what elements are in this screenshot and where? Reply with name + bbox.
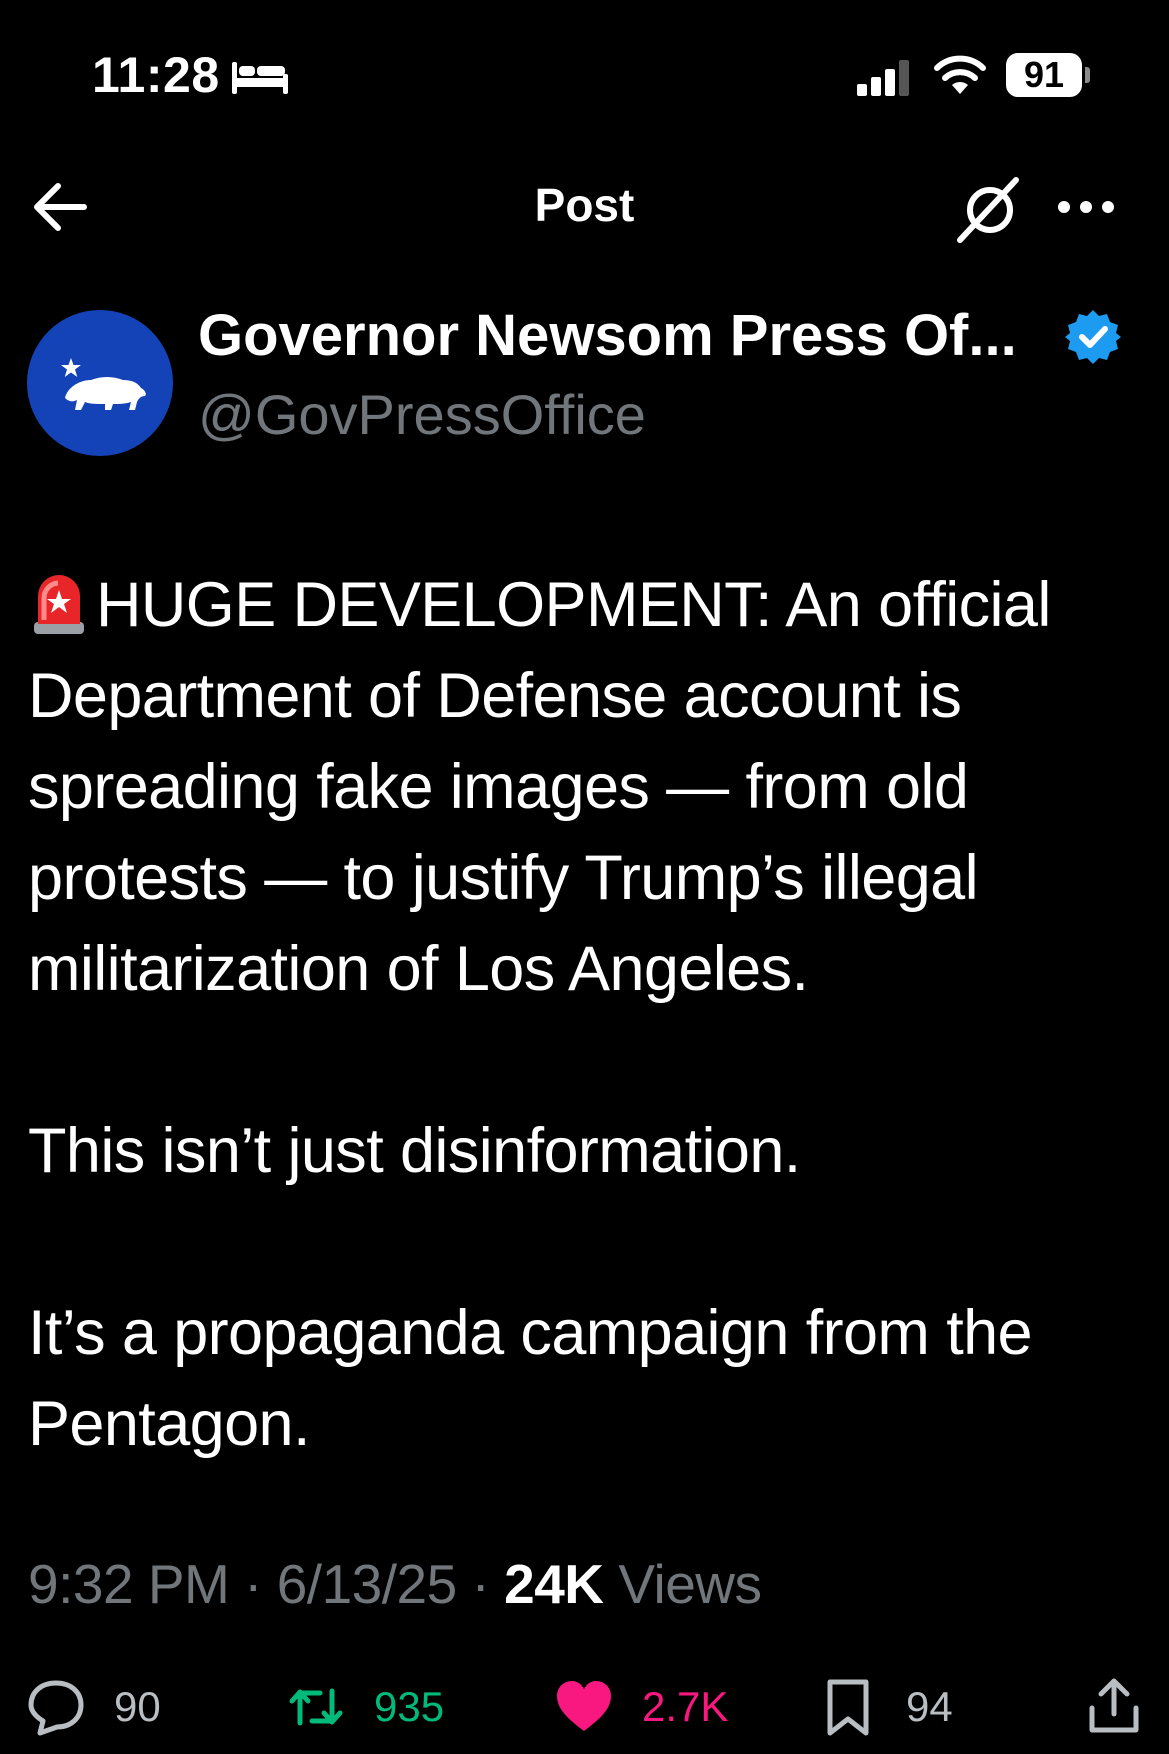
bookmark-icon: [827, 1679, 869, 1736]
heart-icon: [557, 1681, 611, 1731]
repost-count: 935: [374, 1683, 445, 1730]
verified-badge-icon: [1065, 310, 1121, 364]
separator: ·: [244, 1553, 262, 1615]
post-paragraph-3: It’s a propaganda campaign from the Pent…: [28, 1298, 1033, 1459]
post-paragraph-1: HUGE DEVELOPMENT: An official Department…: [28, 570, 1051, 1004]
share-icon[interactable]: [1084, 1676, 1144, 1736]
repost-button[interactable]: 935: [286, 1672, 444, 1742]
status-time: 11:28: [92, 47, 220, 103]
bed-icon: [232, 62, 288, 94]
bookmark-count: 94: [906, 1683, 953, 1730]
post-text: HUGE DEVELOPMENT: An official Department…: [28, 560, 1158, 1470]
reply-icon: [28, 1680, 84, 1736]
grok-icon[interactable]: [952, 174, 1024, 246]
author-display-name[interactable]: Governor Newsom Press Of...: [198, 302, 1017, 369]
post-paragraph: HUGE DEVELOPMENT: An official Department…: [28, 560, 1158, 1015]
siren-icon: [34, 575, 84, 634]
avatar[interactable]: [27, 310, 173, 456]
reply-button[interactable]: 90: [26, 1672, 161, 1742]
like-button[interactable]: 2.7K: [554, 1672, 728, 1742]
post-paragraph-2: This isn’t just disinformation.: [28, 1116, 801, 1186]
battery-tip: [1085, 67, 1090, 83]
like-count: 2.7K: [642, 1683, 729, 1730]
california-bear-logo: [61, 358, 146, 410]
separator: ·: [471, 1553, 490, 1615]
views-label: Views: [618, 1553, 762, 1615]
more-icon[interactable]: [1056, 196, 1116, 218]
signal-icon: [857, 60, 909, 96]
reply-count: 90: [114, 1683, 161, 1730]
repost-icon: [289, 1688, 343, 1726]
wifi-icon: [934, 55, 986, 94]
post-time: 9:32 PM: [28, 1553, 230, 1615]
bookmark-button[interactable]: 94: [818, 1672, 953, 1742]
battery-icon: 91: [1006, 53, 1082, 97]
author-handle[interactable]: @GovPressOffice: [198, 382, 646, 447]
post-meta: 9:32 PM · 6/13/25 · 24K Views: [28, 1552, 762, 1616]
post-date: 6/13/25: [276, 1553, 458, 1615]
views-count[interactable]: 24K: [504, 1553, 604, 1615]
